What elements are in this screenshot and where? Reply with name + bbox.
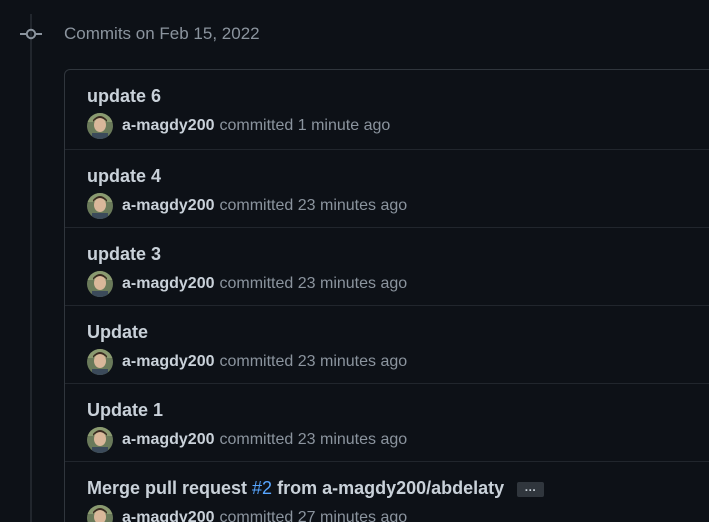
commit-author-link[interactable]: a-magdy200 bbox=[122, 197, 215, 215]
commit-row: update 6 a-magdy200 committed 1 minute a… bbox=[65, 70, 709, 149]
commit-row: update 3 a-magdy200 committed 23 minutes… bbox=[65, 227, 709, 305]
commit-author-link[interactable]: a-magdy200 bbox=[122, 353, 215, 371]
commit-author-link[interactable]: a-magdy200 bbox=[122, 509, 215, 522]
user-avatar[interactable] bbox=[87, 427, 113, 453]
timeline-line bbox=[30, 14, 32, 522]
expand-message-button[interactable]: … bbox=[517, 481, 545, 497]
user-avatar[interactable] bbox=[87, 193, 113, 219]
commit-time: 23 minutes ago bbox=[297, 353, 408, 370]
commit-action-text: committed bbox=[219, 275, 294, 292]
user-avatar[interactable] bbox=[87, 271, 113, 297]
commit-title-link[interactable]: Merge pull request bbox=[87, 478, 247, 498]
commit-meta: a-magdy200 committed 23 minutes ago bbox=[87, 427, 407, 453]
commit-title-link[interactable]: Update bbox=[87, 321, 148, 343]
commit-list: update 6 a-magdy200 committed 1 minute a… bbox=[64, 69, 709, 522]
user-avatar[interactable] bbox=[87, 113, 113, 139]
commits-page: Commits on Feb 15, 2022 update 6 a-magdy… bbox=[0, 0, 709, 522]
commit-title: Merge pull request #2 from a-magdy200/ab… bbox=[87, 477, 545, 499]
commit-title-link[interactable]: Update 1 bbox=[87, 399, 163, 421]
commit-author-link[interactable]: a-magdy200 bbox=[122, 117, 215, 135]
user-avatar[interactable] bbox=[87, 349, 113, 375]
commit-action-text: committed bbox=[219, 117, 294, 134]
commit-meta: a-magdy200 committed 23 minutes ago bbox=[87, 193, 407, 219]
commit-time: 27 minutes ago bbox=[297, 509, 408, 522]
pull-request-link[interactable]: #2 bbox=[252, 478, 272, 498]
commit-author-link[interactable]: a-magdy200 bbox=[122, 275, 215, 293]
git-commit-icon bbox=[20, 26, 42, 42]
commit-title-link[interactable]: update 4 bbox=[87, 165, 161, 187]
commit-row: Update a-magdy200 committed 23 minutes a… bbox=[65, 305, 709, 383]
commit-meta: a-magdy200 committed 23 minutes ago bbox=[87, 271, 407, 297]
commit-meta: a-magdy200 committed 23 minutes ago bbox=[87, 349, 407, 375]
commit-action-text: committed bbox=[219, 353, 294, 370]
commit-row: Update 1 a-magdy200 committed 23 minutes… bbox=[65, 383, 709, 461]
commit-time: 23 minutes ago bbox=[297, 431, 408, 448]
commit-title-link[interactable]: from a-magdy200/abdelaty bbox=[277, 478, 504, 498]
commit-title-link[interactable]: update 6 bbox=[87, 85, 161, 107]
commit-time: 23 minutes ago bbox=[297, 275, 408, 292]
commit-action-text: committed bbox=[219, 509, 294, 522]
commit-row: update 4 a-magdy200 committed 23 minutes… bbox=[65, 149, 709, 227]
commit-time: 1 minute ago bbox=[297, 117, 391, 134]
user-avatar[interactable] bbox=[87, 505, 113, 522]
commit-meta: a-magdy200 committed 27 minutes ago bbox=[87, 505, 407, 522]
commit-action-text: committed bbox=[219, 197, 294, 214]
commit-row: Merge pull request #2 from a-magdy200/ab… bbox=[65, 461, 709, 522]
commit-author-link[interactable]: a-magdy200 bbox=[122, 431, 215, 449]
commit-time: 23 minutes ago bbox=[297, 197, 408, 214]
commit-meta: a-magdy200 committed 1 minute ago bbox=[87, 113, 390, 139]
commit-title-link[interactable]: update 3 bbox=[87, 243, 161, 265]
commit-group-header: Commits on Feb 15, 2022 bbox=[64, 24, 260, 43]
commit-action-text: committed bbox=[219, 431, 294, 448]
